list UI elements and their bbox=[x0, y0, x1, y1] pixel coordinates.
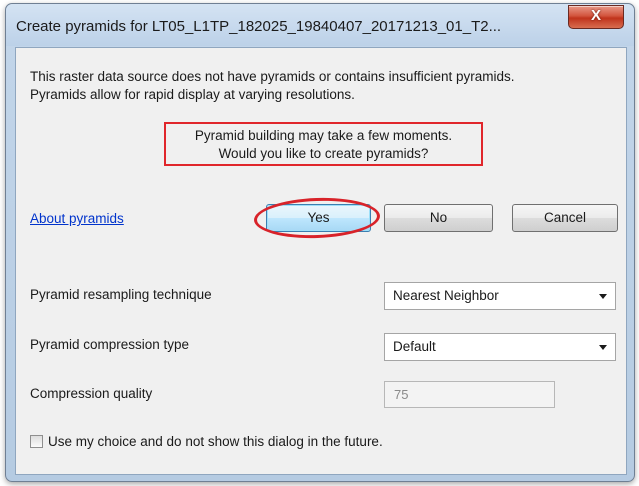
close-button[interactable]: X bbox=[568, 5, 624, 29]
compression-select[interactable]: Default bbox=[384, 333, 616, 361]
compression-label: Pyramid compression type bbox=[30, 337, 190, 352]
chevron-down-icon bbox=[599, 294, 607, 299]
no-button[interactable]: No bbox=[384, 204, 493, 232]
resampling-value: Nearest Neighbor bbox=[393, 288, 499, 303]
highlighted-question: Pyramid building may take a few moments.… bbox=[164, 122, 483, 166]
dialog-window: Create pyramids for LT05_L1TP_182025_198… bbox=[5, 3, 635, 482]
chevron-down-icon bbox=[599, 345, 607, 350]
quality-label: Compression quality bbox=[30, 386, 153, 401]
compression-value: Default bbox=[393, 339, 436, 354]
about-pyramids-link[interactable]: About pyramids bbox=[30, 211, 124, 226]
close-icon: X bbox=[590, 7, 601, 24]
remember-choice-label[interactable]: Use my choice and do not show this dialo… bbox=[48, 434, 383, 449]
dialog-body: This raster data source does not have py… bbox=[15, 47, 627, 475]
question-line-2: Would you like to create pyramids? bbox=[218, 146, 429, 161]
resampling-label: Pyramid resampling technique bbox=[30, 287, 212, 302]
title-bar[interactable]: Create pyramids for LT05_L1TP_182025_198… bbox=[6, 4, 634, 46]
yes-button[interactable]: Yes bbox=[266, 204, 371, 232]
info-message-line-1: This raster data source does not have py… bbox=[30, 69, 515, 84]
info-message-line-2: Pyramids allow for rapid display at vary… bbox=[30, 87, 355, 102]
resampling-select[interactable]: Nearest Neighbor bbox=[384, 282, 616, 310]
remember-choice-checkbox[interactable] bbox=[30, 435, 43, 448]
quality-input: 75 bbox=[384, 381, 555, 408]
cancel-button[interactable]: Cancel bbox=[512, 204, 618, 232]
info-message: This raster data source does not have py… bbox=[30, 68, 620, 104]
window-title: Create pyramids for LT05_L1TP_182025_198… bbox=[16, 18, 502, 35]
question-line-1: Pyramid building may take a few moments. bbox=[194, 128, 453, 143]
